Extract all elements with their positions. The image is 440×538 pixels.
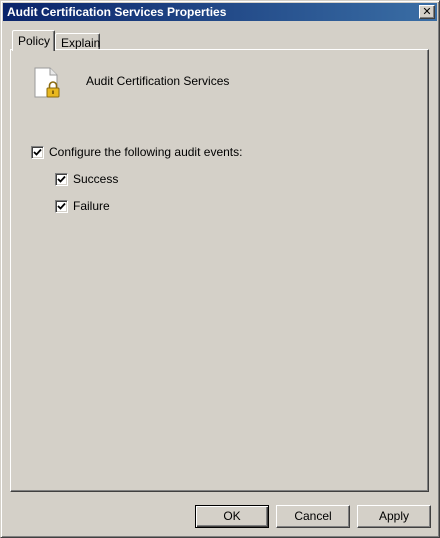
policy-document-lock-icon [34,67,60,98]
tab-explain-label: Explain [61,36,101,50]
tab-policy[interactable]: Policy [12,30,55,51]
failure-checkbox-label: Failure [73,199,110,213]
configure-checkbox-label: Configure the following audit events: [49,145,243,159]
close-icon: ✕ [422,5,432,18]
success-checkbox-box[interactable] [55,173,68,186]
policy-tab-panel: Audit Certification Services Configure t… [10,49,429,492]
tab-explain[interactable]: Explain [55,33,100,50]
close-button[interactable]: ✕ [419,5,435,19]
checkmark-icon [33,148,42,156]
policy-name: Audit Certification Services [86,74,230,88]
checkmark-icon [57,175,66,183]
window-title: Audit Certification Services Properties [7,5,227,19]
properties-dialog: Audit Certification Services Properties … [0,0,440,538]
checkmark-icon [57,202,66,210]
failure-checkbox-box[interactable] [55,200,68,213]
tab-policy-label: Policy [18,34,51,48]
title-bar[interactable]: Audit Certification Services Properties … [3,3,437,21]
configure-checkbox-box[interactable] [31,146,44,159]
ok-button[interactable]: OK [195,505,269,528]
success-checkbox-label: Success [73,172,119,186]
cancel-button[interactable]: Cancel [276,505,350,528]
apply-button[interactable]: Apply [357,505,431,528]
